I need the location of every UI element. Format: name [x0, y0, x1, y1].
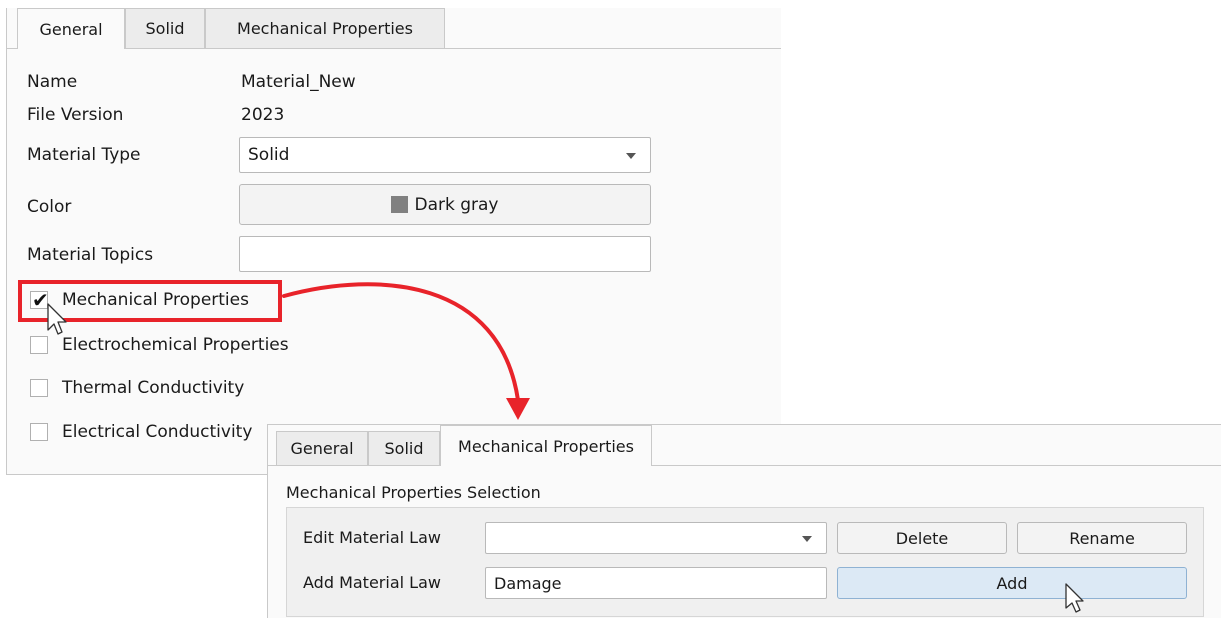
color-label: Color [27, 197, 72, 217]
color-value: Dark gray [414, 194, 499, 215]
edit-material-law-select[interactable] [485, 522, 827, 554]
checkbox-label-electrical-conductivity[interactable]: Electrical Conductivity [62, 422, 252, 442]
material-editor-panel-general: General Solid Mechanical Properties Name… [6, 8, 781, 475]
edit-material-law-label: Edit Material Law [303, 528, 441, 547]
name-label: Name [27, 72, 78, 92]
material-type-select[interactable]: Solid [239, 137, 651, 173]
delete-button[interactable]: Delete [837, 522, 1007, 554]
add-button[interactable]: Add [837, 567, 1187, 599]
tab-bar: General Solid Mechanical Properties [7, 8, 781, 49]
add-material-law-value: Damage [494, 573, 562, 593]
dropdown-arrow-icon [802, 536, 812, 542]
tab-general[interactable]: General [276, 431, 368, 465]
material-topics-input[interactable] [239, 236, 651, 272]
material-type-label: Material Type [27, 145, 141, 165]
checkbox-electrical-conductivity[interactable] [30, 423, 48, 441]
tab-general[interactable]: General [17, 8, 125, 49]
file-version-label: File Version [27, 105, 124, 125]
tab-solid[interactable]: Solid [368, 431, 440, 465]
checkbox-thermal-conductivity[interactable] [30, 379, 48, 397]
mechanical-properties-group: Edit Material Law Delete Rename Add Mate… [286, 507, 1204, 617]
name-value: Material_New [241, 72, 356, 92]
material-editor-panel-mechanical: General Solid Mechanical Properties Mech… [267, 424, 1221, 618]
checkbox-label-electrochemical-properties[interactable]: Electrochemical Properties [62, 335, 289, 355]
material-topics-label: Material Topics [27, 245, 154, 265]
add-material-law-input[interactable]: Damage [485, 567, 827, 599]
rename-button[interactable]: Rename [1017, 522, 1187, 554]
tab-bar: General Solid Mechanical Properties [268, 425, 1221, 466]
file-version-value: 2023 [241, 105, 285, 125]
highlight-box [18, 280, 282, 322]
tab-solid[interactable]: Solid [125, 8, 205, 48]
color-swatch [391, 196, 409, 213]
tab-mechanical-properties[interactable]: Mechanical Properties [440, 425, 652, 466]
checkbox-label-thermal-conductivity[interactable]: Thermal Conductivity [62, 378, 244, 398]
add-material-law-label: Add Material Law [303, 573, 441, 592]
checkbox-electrochemical-properties[interactable] [30, 336, 48, 354]
color-picker-button[interactable]: Dark gray [239, 184, 651, 225]
material-type-value: Solid [248, 145, 290, 165]
dropdown-arrow-icon [626, 153, 636, 159]
section-title: Mechanical Properties Selection [286, 483, 541, 502]
tab-mechanical-properties[interactable]: Mechanical Properties [205, 8, 445, 48]
